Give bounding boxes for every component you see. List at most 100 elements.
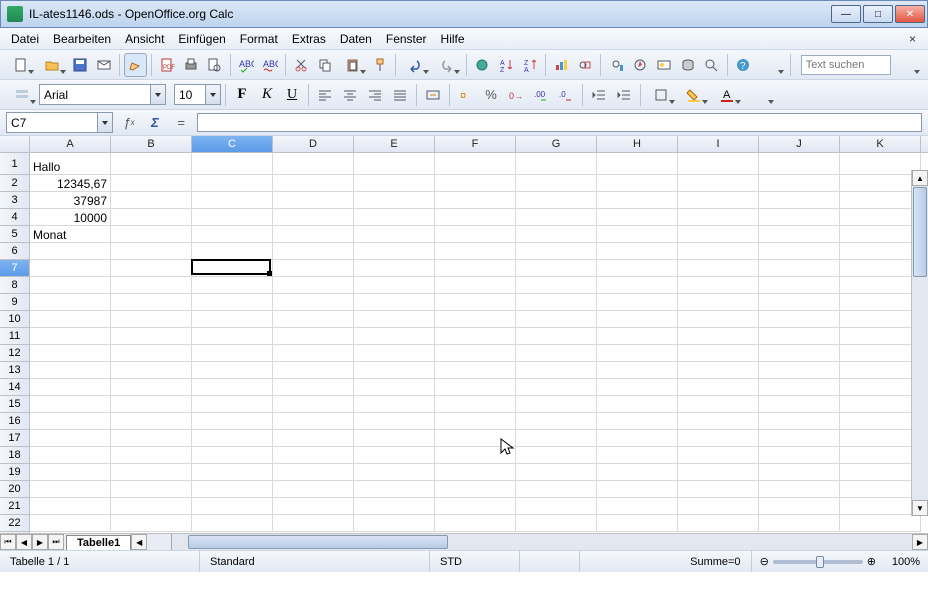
cell[interactable] [111, 153, 192, 175]
cell[interactable] [435, 379, 516, 396]
cell[interactable] [354, 328, 435, 345]
cell[interactable] [435, 515, 516, 532]
cell[interactable] [597, 294, 678, 311]
row-header[interactable]: 21 [0, 498, 30, 515]
cell[interactable] [30, 311, 111, 328]
edit-button[interactable] [124, 53, 147, 77]
new-document-button[interactable] [6, 53, 36, 77]
close-button[interactable]: ✕ [895, 5, 925, 23]
cell[interactable] [678, 430, 759, 447]
row-header[interactable]: 7 [0, 260, 30, 277]
cell[interactable]: 37987 [30, 192, 111, 209]
cell[interactable] [678, 226, 759, 243]
cell[interactable] [759, 464, 840, 481]
name-box-input[interactable] [7, 113, 97, 132]
cell[interactable] [759, 515, 840, 532]
row-header[interactable]: 11 [0, 328, 30, 345]
scroll-right-button[interactable]: ▶ [912, 534, 928, 550]
cell[interactable] [516, 362, 597, 379]
cell-grid[interactable]: Hallo12345,673798710000Monat [30, 153, 928, 533]
cell[interactable] [840, 481, 921, 498]
cell[interactable] [516, 430, 597, 447]
cell[interactable] [30, 277, 111, 294]
cell[interactable] [111, 413, 192, 430]
copy-button[interactable] [314, 53, 337, 77]
cell[interactable] [516, 413, 597, 430]
row-header[interactable]: 20 [0, 481, 30, 498]
export-pdf-button[interactable]: PDF [156, 53, 179, 77]
cell[interactable] [597, 226, 678, 243]
cell[interactable] [840, 345, 921, 362]
cell[interactable] [30, 464, 111, 481]
cell[interactable] [840, 226, 921, 243]
cell[interactable] [273, 153, 354, 175]
cell[interactable] [597, 243, 678, 260]
cell[interactable] [840, 192, 921, 209]
cell[interactable] [678, 153, 759, 175]
sort-asc-button[interactable]: AZ [495, 53, 518, 77]
cell[interactable] [840, 209, 921, 226]
underline-button[interactable]: U [280, 83, 304, 107]
cell[interactable] [111, 498, 192, 515]
row-header[interactable]: 3 [0, 192, 30, 209]
cell[interactable] [840, 430, 921, 447]
cell[interactable] [435, 498, 516, 515]
cell[interactable] [678, 447, 759, 464]
mail-button[interactable] [92, 53, 115, 77]
cell[interactable] [840, 153, 921, 175]
row-header[interactable]: 18 [0, 447, 30, 464]
currency-button[interactable]: ¤ [454, 83, 478, 107]
cell[interactable] [759, 430, 840, 447]
cell[interactable] [678, 192, 759, 209]
cell[interactable] [759, 226, 840, 243]
cell[interactable] [597, 311, 678, 328]
toolbar2-options-button[interactable] [744, 83, 776, 107]
print-button[interactable] [179, 53, 202, 77]
cell[interactable] [759, 277, 840, 294]
cell[interactable] [273, 175, 354, 192]
percent-button[interactable]: % [479, 83, 503, 107]
cell[interactable] [273, 345, 354, 362]
cell[interactable] [840, 362, 921, 379]
cell[interactable] [273, 362, 354, 379]
row-header[interactable]: 8 [0, 277, 30, 294]
cell[interactable] [435, 260, 516, 277]
cell[interactable] [111, 345, 192, 362]
cell[interactable] [840, 243, 921, 260]
cell[interactable] [597, 345, 678, 362]
zoom-control[interactable]: ⊖ ⊕ 100% [752, 555, 928, 568]
cell[interactable] [111, 396, 192, 413]
zoom-in-icon[interactable]: ⊕ [867, 555, 876, 568]
scroll-up-button[interactable]: ▲ [912, 170, 928, 186]
column-header[interactable]: E [354, 136, 435, 152]
tab-first-button[interactable]: ⏮ [0, 534, 16, 550]
cell[interactable] [273, 192, 354, 209]
cell[interactable] [759, 175, 840, 192]
cell[interactable] [111, 175, 192, 192]
cell[interactable]: 12345,67 [30, 175, 111, 192]
merge-cells-button[interactable] [421, 83, 445, 107]
cell[interactable] [678, 481, 759, 498]
function-button[interactable]: = [171, 113, 191, 133]
cell[interactable] [111, 294, 192, 311]
cell[interactable] [30, 413, 111, 430]
column-header[interactable]: K [840, 136, 921, 152]
cell[interactable] [516, 328, 597, 345]
cell[interactable] [435, 153, 516, 175]
cell[interactable] [354, 311, 435, 328]
paste-button[interactable] [337, 53, 367, 77]
cell[interactable] [30, 498, 111, 515]
cell[interactable] [759, 294, 840, 311]
name-box[interactable] [6, 112, 113, 133]
cell[interactable] [111, 481, 192, 498]
row-header[interactable]: 9 [0, 294, 30, 311]
cell[interactable] [354, 260, 435, 277]
cell[interactable] [192, 243, 273, 260]
menu-ansicht[interactable]: Ansicht [118, 30, 171, 48]
format-paintbrush-button[interactable] [369, 53, 392, 77]
row-header[interactable]: 5 [0, 226, 30, 243]
cell[interactable]: 10000 [30, 209, 111, 226]
cell[interactable] [435, 464, 516, 481]
cell[interactable] [273, 396, 354, 413]
row-header[interactable]: 12 [0, 345, 30, 362]
